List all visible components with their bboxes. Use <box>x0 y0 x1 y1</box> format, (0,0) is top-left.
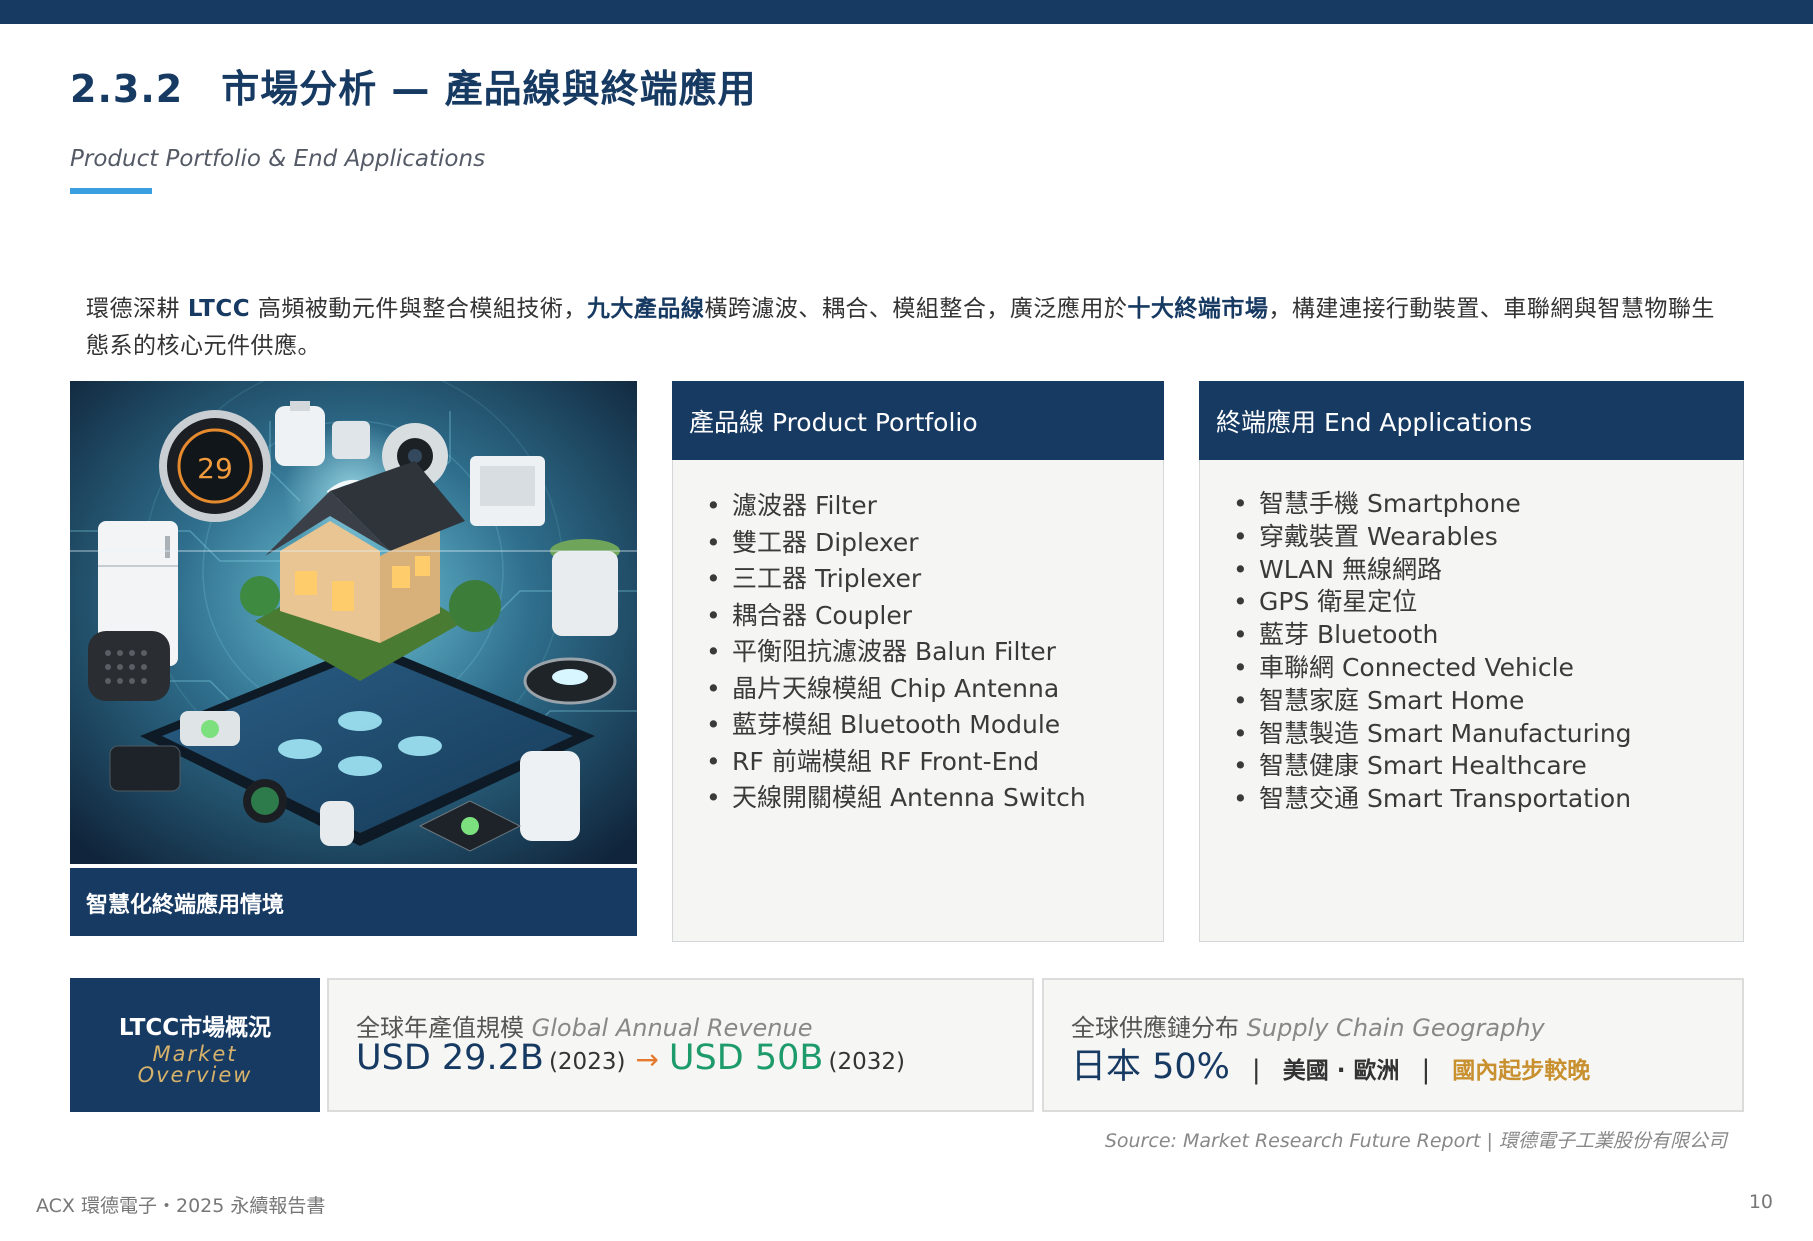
intro-text: 環德深耕 <box>86 296 188 322</box>
product-item: 天線開關模組 Antenna Switch <box>706 780 1086 817</box>
product-item: 三工器 Triplexer <box>706 561 1086 598</box>
application-item: 智慧手機 Smartphone <box>1233 488 1632 521</box>
revenue-to-value: USD 50B <box>668 1038 824 1078</box>
market-overview-label: LTCC市場概況 Market Overview <box>70 978 320 1112</box>
smart-home-scene: 29 <box>70 381 637 864</box>
page-title: 2.3.2 市場分析 — 產品線與終端應用 <box>70 58 757 113</box>
title-text: 市場分析 — 產品線與終端應用 <box>221 67 757 111</box>
intro-highlight: 九大產品線 <box>586 296 705 322</box>
application-item: 智慧家庭 Smart Home <box>1233 685 1632 718</box>
product-item: 耦合器 Coupler <box>706 598 1086 635</box>
application-item: 藍芽 Bluetooth <box>1233 619 1632 652</box>
supply-chain-value: 日本 50% | 美國 · 歐洲 | 國內起步較晚 <box>1071 1038 1590 1089</box>
source-note: Source: Market Research Future Report | … <box>1104 1130 1727 1152</box>
market-overview-subtitle: Market Overview <box>70 1044 320 1086</box>
revenue-from-year: (2023) <box>548 1049 626 1075</box>
product-portfolio-header: 產品線 Product Portfolio <box>672 381 1164 460</box>
thermostat-value: 29 <box>197 452 233 485</box>
intro-text: 橫跨濾波、耦合、模組整合，廣泛應用於 <box>704 296 1128 322</box>
section-number: 2.3.2 <box>70 67 184 111</box>
product-item: 平衡阻抗濾波器 Balun Filter <box>706 634 1086 671</box>
top-bar <box>0 0 1813 24</box>
market-overview-subtitle-line: Overview <box>137 1063 253 1087</box>
smart-devices-illustration-panel: 29 智慧化終端應用情境 <box>70 381 637 936</box>
product-item: 晶片天線模組 Chip Antenna <box>706 671 1086 708</box>
separator: | <box>1251 1055 1261 1085</box>
smart-home-illustration: 29 <box>70 381 637 864</box>
product-item: RF 前端模組 RF Front-End <box>706 744 1086 781</box>
page-number: 10 <box>1748 1191 1773 1213</box>
intro-text: 高頻被動元件與整合模組技術， <box>250 296 587 322</box>
supply-chain-stat-box: 全球供應鏈分布 Supply Chain Geography 日本 50% | 美國… <box>1042 978 1744 1112</box>
application-item: 穿戴裝置 Wearables <box>1233 521 1632 554</box>
product-item: 雙工器 Diplexer <box>706 525 1086 562</box>
revenue-from-value: USD 29.2B <box>356 1038 544 1078</box>
subtitle-underline <box>70 188 152 194</box>
revenue-stat-box: 全球年產值規模 Global Annual Revenue USD 29.2B … <box>327 978 1034 1112</box>
separator: | <box>1421 1055 1431 1085</box>
application-item: 智慧製造 Smart Manufacturing <box>1233 718 1632 751</box>
end-applications-title: 終端應用 End Applications <box>1216 408 1533 437</box>
image-caption: 智慧化終端應用情境 <box>86 893 285 918</box>
product-item: 濾波器 Filter <box>706 488 1086 525</box>
intro-paragraph: 環德深耕 LTCC 高頻被動元件與整合模組技術，九大產品線橫跨濾波、耦合、模組整… <box>86 291 1726 365</box>
end-applications-header: 終端應用 End Applications <box>1199 381 1744 460</box>
application-item: WLAN 無線網路 <box>1233 554 1632 587</box>
image-caption-bar: 智慧化終端應用情境 <box>70 868 637 936</box>
page-subtitle: Product Portfolio & End Applications <box>70 146 486 172</box>
end-applications-card: 終端應用 End Applications 智慧手機 Smartphone 穿戴… <box>1199 381 1744 942</box>
application-item: 智慧交通 Smart Transportation <box>1233 783 1632 816</box>
domestic-label: 國內起步較晚 <box>1452 1058 1591 1084</box>
intro-highlight: 十大終端市場 <box>1127 296 1269 322</box>
market-overview-title: LTCC市場概況 <box>118 1015 272 1041</box>
product-portfolio-title: 產品線 Product Portfolio <box>689 408 978 437</box>
revenue-to-year: (2032) <box>828 1049 905 1075</box>
us-europe-label: 美國 · 歐洲 <box>1282 1058 1400 1084</box>
application-list: 智慧手機 Smartphone 穿戴裝置 Wearables WLAN 無線網路… <box>1233 488 1632 816</box>
intro-highlight: LTCC <box>187 296 251 322</box>
footer-report-title: ACX 環德電子・2025 永續報告書 <box>36 1195 326 1217</box>
product-item: 藍芽模組 Bluetooth Module <box>706 707 1086 744</box>
application-item: GPS 衛星定位 <box>1233 586 1632 619</box>
application-item: 車聯網 Connected Vehicle <box>1233 652 1632 685</box>
arrow-right-icon: → <box>635 1043 659 1076</box>
product-portfolio-card: 產品線 Product Portfolio 濾波器 Filter 雙工器 Dip… <box>672 381 1164 942</box>
revenue-value: USD 29.2B (2023) → USD 50B (2032) <box>356 1038 905 1078</box>
application-item: 智慧健康 Smart Healthcare <box>1233 750 1632 783</box>
japan-share: 日本 50% <box>1071 1047 1230 1087</box>
product-list: 濾波器 Filter 雙工器 Diplexer 三工器 Triplexer 耦合… <box>706 488 1086 817</box>
